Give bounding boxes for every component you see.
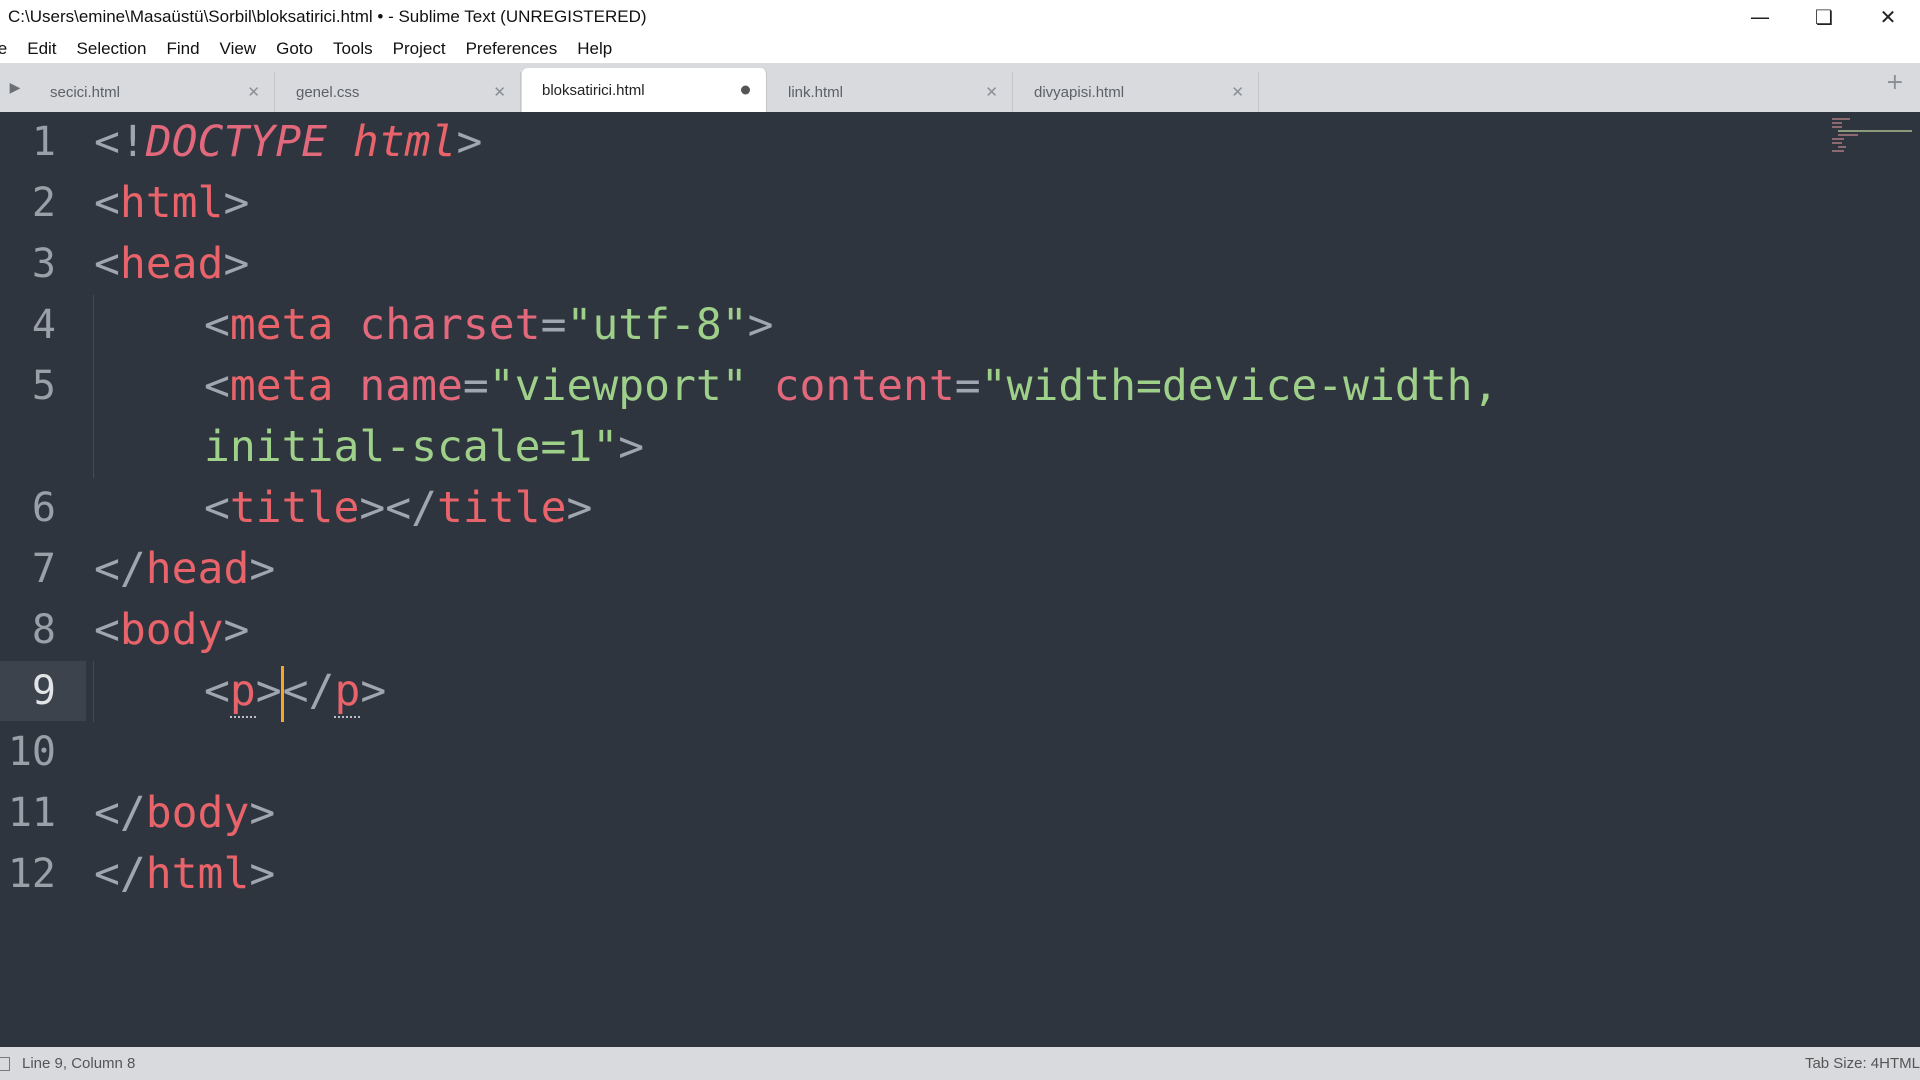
code-line-11: </body> (94, 788, 276, 838)
code-line-9: <p></p> (204, 661, 386, 722)
tab-label: link.html (788, 83, 844, 101)
code-editor[interactable]: 1 2 3 4 5 6 7 8 9 10 11 12 <!DOCTYPE htm… (0, 112, 1920, 1047)
title-bar: C:\Users\emine\Masaüstü\Sorbil\bloksatir… (0, 0, 1920, 34)
menu-preferences[interactable]: Preferences (456, 39, 568, 59)
tab-label: divyapisi.html (1034, 83, 1125, 101)
menu-file[interactable]: le (0, 39, 17, 59)
close-icon[interactable]: ✕ (493, 83, 506, 101)
line-number: 5 (31, 363, 56, 409)
code-line-3: <head> (94, 239, 250, 289)
code-line-6: <title></title> (204, 483, 593, 533)
close-icon[interactable]: ✕ (247, 83, 260, 101)
close-icon[interactable]: ✕ (1856, 0, 1920, 34)
cursor-position[interactable]: Line 9, Column 8 (22, 1055, 135, 1072)
line-number-current: 9 (0, 661, 86, 721)
tab-label: genel.css (296, 83, 360, 101)
line-number: 1 (31, 119, 56, 165)
close-icon[interactable]: ✕ (985, 83, 998, 101)
minimap-line (1832, 138, 1844, 140)
tab-size[interactable]: Tab Size: 4 (1805, 1055, 1879, 1072)
minimap-line (1838, 134, 1858, 136)
line-number: 10 (7, 729, 56, 775)
menu-selection[interactable]: Selection (67, 39, 157, 59)
code-line-7: </head> (94, 544, 276, 594)
code-line-2: <html> (94, 178, 250, 228)
new-tab-icon[interactable]: + (1886, 70, 1904, 95)
panel-toggle-icon[interactable] (0, 1056, 10, 1071)
code-line-5: <meta name="viewport" content="width=dev… (204, 361, 1499, 411)
menu-edit[interactable]: Edit (17, 39, 66, 59)
close-icon[interactable]: ✕ (1231, 83, 1244, 101)
menu-goto[interactable]: Goto (266, 39, 323, 59)
minimap-line (1838, 130, 1912, 132)
minimap-line (1832, 118, 1850, 120)
minimap-line (1832, 122, 1842, 124)
code-line-4: <meta charset="utf-8"> (204, 300, 774, 350)
tab-genel[interactable]: genel.css ✕ (276, 72, 521, 112)
unsaved-dot-icon[interactable] (741, 85, 750, 95)
line-number: 4 (31, 302, 56, 348)
tab-bar: ▶ secici.html ✕ genel.css ✕ bloksatirici… (0, 64, 1920, 112)
line-number: 8 (31, 607, 56, 653)
indent-guide (93, 295, 94, 478)
line-number: 6 (31, 485, 56, 531)
minimap-line (1838, 146, 1846, 148)
minimap-line (1832, 150, 1844, 152)
tab-label: bloksatirici.html (542, 81, 645, 99)
minimap-line (1832, 142, 1842, 144)
window-controls: — ❏ ✕ (1728, 0, 1920, 34)
tab-label: secici.html (50, 83, 121, 101)
tab-bloksatirici[interactable]: bloksatirici.html (522, 68, 767, 112)
tab-divyapisi[interactable]: divyapisi.html ✕ (1014, 72, 1259, 112)
syntax-mode[interactable]: HTML (1879, 1055, 1920, 1072)
minimap[interactable] (1832, 116, 1912, 156)
menu-project[interactable]: Project (383, 39, 456, 59)
line-number: 12 (7, 851, 56, 897)
line-number: 7 (31, 546, 56, 592)
sidebar-toggle-icon[interactable]: ▶ (0, 64, 30, 112)
code-line-8: <body> (94, 605, 250, 655)
status-right: Tab Size: 4 HTML (1805, 1047, 1920, 1080)
menu-find[interactable]: Find (156, 39, 209, 59)
menu-help[interactable]: Help (567, 39, 622, 59)
status-bar: Line 9, Column 8 Tab Size: 4 HTML (0, 1047, 1920, 1080)
window-title: C:\Users\emine\Masaüstü\Sorbil\bloksatir… (8, 7, 647, 26)
indent-guide (93, 661, 94, 722)
code-line-12: </html> (94, 849, 276, 899)
line-number: 11 (7, 790, 56, 836)
code-line-1: <!DOCTYPE html> (94, 117, 483, 167)
menu-bar: le Edit Selection Find View Goto Tools P… (0, 34, 1920, 64)
tab-secici[interactable]: secici.html ✕ (30, 72, 275, 112)
menu-view[interactable]: View (210, 39, 267, 59)
restore-icon[interactable]: ❏ (1792, 0, 1856, 34)
line-number: 2 (31, 180, 56, 226)
code-line-5-wrap: initial-scale=1"> (204, 422, 645, 472)
minimize-icon[interactable]: — (1728, 0, 1792, 34)
menu-tools[interactable]: Tools (323, 39, 383, 59)
minimap-line (1832, 126, 1842, 128)
tab-link[interactable]: link.html ✕ (768, 72, 1013, 112)
line-number: 3 (31, 241, 56, 287)
